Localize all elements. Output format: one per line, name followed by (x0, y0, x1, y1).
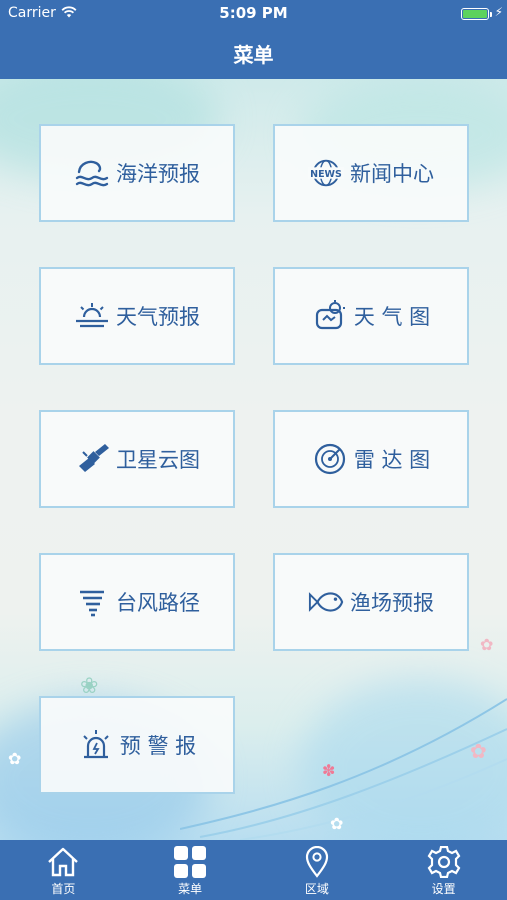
menu-item-label: 渔场预报 (350, 591, 434, 615)
tab-settings[interactable]: 设置 (380, 840, 507, 900)
menu-grid-area: ✿ ✿ ✽ ✿ ❀ ✿ 海洋预报 NEWS 新闻中心 天气预报 天 气 图 卫星… (0, 79, 507, 840)
menu-item-typhoon-track[interactable]: 台风路径 (39, 553, 235, 651)
status-bar: Carrier 5:09 PM ⚡ (0, 0, 507, 28)
fish-icon (308, 584, 344, 620)
menu-item-label: 预 警 报 (119, 734, 197, 758)
menu-item-label: 海洋预报 (116, 162, 200, 186)
menu-item-radar-map[interactable]: 雷 达 图 (273, 410, 469, 508)
home-icon (48, 847, 79, 877)
alarm-icon (78, 727, 114, 763)
tab-menu[interactable]: 菜单 (127, 840, 254, 900)
menu-item-weather-map[interactable]: 天 气 图 (273, 267, 469, 365)
menu-item-label: 卫星云图 (116, 448, 200, 472)
grid-menu-icon (174, 846, 207, 878)
menu-item-fishery-forecast[interactable]: 渔场预报 (273, 553, 469, 651)
flower-decoration: ✿ (330, 814, 344, 833)
nav-bar: 菜单 (0, 28, 507, 79)
gear-icon (427, 846, 461, 878)
flower-decoration: ✿ (480, 635, 494, 654)
flower-decoration: ✽ (322, 761, 336, 780)
menu-item-weather-forecast[interactable]: 天气预报 (39, 267, 235, 365)
location-pin-icon (305, 846, 328, 878)
menu-item-warning[interactable]: 预 警 报 (39, 696, 235, 794)
news-icon-text: NEWS (310, 169, 342, 180)
menu-item-label: 天气预报 (116, 305, 200, 329)
radar-icon (312, 441, 348, 477)
menu-item-label: 新闻中心 (350, 162, 434, 186)
tab-label: 首页 (51, 882, 76, 896)
flower-decoration: ✿ (8, 749, 22, 768)
charging-icon: ⚡ (494, 5, 503, 19)
battery-icon (461, 8, 489, 20)
tab-label: 菜单 (178, 882, 203, 896)
menu-item-satellite-cloud[interactable]: 卫星云图 (39, 410, 235, 508)
news-globe-icon: NEWS (308, 155, 344, 191)
menu-item-label: 天 气 图 (353, 305, 431, 329)
tab-bar: 首页 菜单 区域 设置 (0, 840, 507, 900)
tab-label: 设置 (431, 882, 456, 896)
menu-item-ocean-forecast[interactable]: 海洋预报 (39, 124, 235, 222)
battery-tip (490, 12, 492, 17)
flower-decoration: ✿ (470, 739, 487, 763)
satellite-icon (74, 441, 110, 477)
tab-region[interactable]: 区域 (254, 840, 381, 900)
sun-cloud-icon (74, 298, 110, 334)
menu-item-news-center[interactable]: NEWS 新闻中心 (273, 124, 469, 222)
ocean-wave-icon (74, 155, 110, 191)
page-title: 菜单 (233, 43, 274, 67)
menu-item-label: 台风路径 (116, 591, 200, 615)
typhoon-icon (74, 584, 110, 620)
weather-map-icon (312, 298, 348, 334)
menu-item-label: 雷 达 图 (353, 448, 431, 472)
clock: 5:09 PM (219, 4, 288, 22)
tab-label: 区域 (304, 882, 329, 896)
tab-home[interactable]: 首页 (0, 840, 127, 900)
